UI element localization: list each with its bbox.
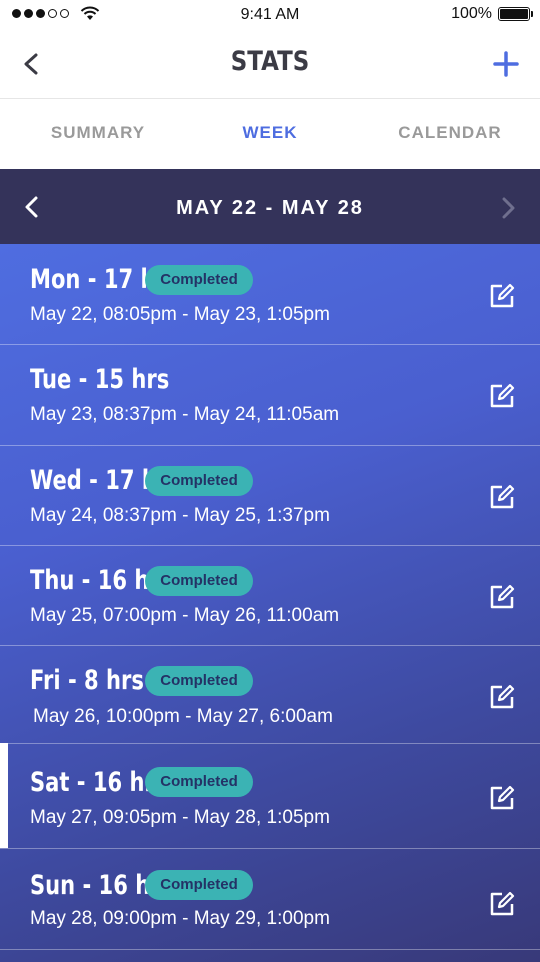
edit-icon[interactable] (488, 483, 516, 511)
day-row-sun[interactable]: Sun - 16 hrs Completed May 28, 09:00pm -… (0, 848, 540, 950)
status-badge: Completed (145, 265, 253, 295)
day-list: Mon - 17 hrs Completed May 22, 08:05pm -… (0, 244, 540, 962)
day-row-thu[interactable]: Thu - 16 hrs Completed May 25, 07:00pm -… (0, 545, 540, 646)
page-title: STATS (230, 46, 310, 77)
status-badge: Completed (145, 466, 253, 496)
status-badge: Completed (145, 566, 253, 596)
edit-icon[interactable] (488, 890, 516, 918)
status-bar: 9:41 AM 100% (0, 0, 540, 30)
tab-bar: SUMMARY WEEK CALENDAR (0, 99, 540, 169)
week-navigator: MAY 22 - MAY 28 (0, 169, 540, 244)
battery-percent: 100% (451, 5, 492, 22)
day-time-range: May 22, 08:05pm - May 23, 1:05pm (30, 304, 330, 325)
battery-icon (498, 7, 533, 21)
day-time-range: May 25, 07:00pm - May 26, 11:00am (30, 605, 340, 626)
tab-calendar[interactable]: CALENDAR (360, 123, 540, 143)
nav-bar: STATS (0, 30, 540, 99)
day-row-tue[interactable]: Tue - 15 hrs May 23, 08:37pm - May 24, 1… (0, 344, 540, 446)
day-title: Fri - 8 hrs (30, 665, 144, 696)
day-time-range: May 26, 10:00pm - May 27, 6:00am (33, 706, 333, 727)
status-badge: Completed (145, 767, 253, 797)
day-title: Tue - 15 hrs (30, 364, 170, 395)
edit-icon[interactable] (488, 784, 516, 812)
tab-summary[interactable]: SUMMARY (8, 123, 188, 143)
selected-indicator (0, 743, 8, 848)
day-time-range: May 27, 09:05pm - May 28, 1:05pm (30, 807, 330, 828)
tab-week[interactable]: WEEK (180, 123, 360, 143)
day-row-fri[interactable]: Fri - 8 hrs Completed May 26, 10:00pm - … (0, 645, 540, 744)
add-button[interactable] (492, 50, 520, 78)
edit-icon[interactable] (488, 683, 516, 711)
week-range-label: MAY 22 - MAY 28 (176, 197, 364, 219)
day-time-range: May 28, 09:00pm - May 29, 1:00pm (30, 908, 330, 929)
edit-icon[interactable] (488, 583, 516, 611)
status-badge: Completed (145, 666, 253, 696)
day-row-mon[interactable]: Mon - 17 hrs Completed May 22, 08:05pm -… (0, 244, 540, 345)
edit-icon[interactable] (488, 382, 516, 410)
day-row-wed[interactable]: Wed - 17 hrs Completed May 24, 08:37pm -… (0, 445, 540, 546)
day-time-range: May 23, 08:37pm - May 24, 11:05am (30, 404, 340, 425)
next-week-button[interactable] (498, 196, 518, 220)
status-badge: Completed (145, 870, 253, 900)
day-row-sat[interactable]: Sat - 16 hrs Completed May 27, 09:05pm -… (0, 743, 540, 849)
battery-indicator: 100% (451, 5, 533, 23)
day-time-range: May 24, 08:37pm - May 25, 1:37pm (30, 505, 330, 526)
edit-icon[interactable] (488, 282, 516, 310)
